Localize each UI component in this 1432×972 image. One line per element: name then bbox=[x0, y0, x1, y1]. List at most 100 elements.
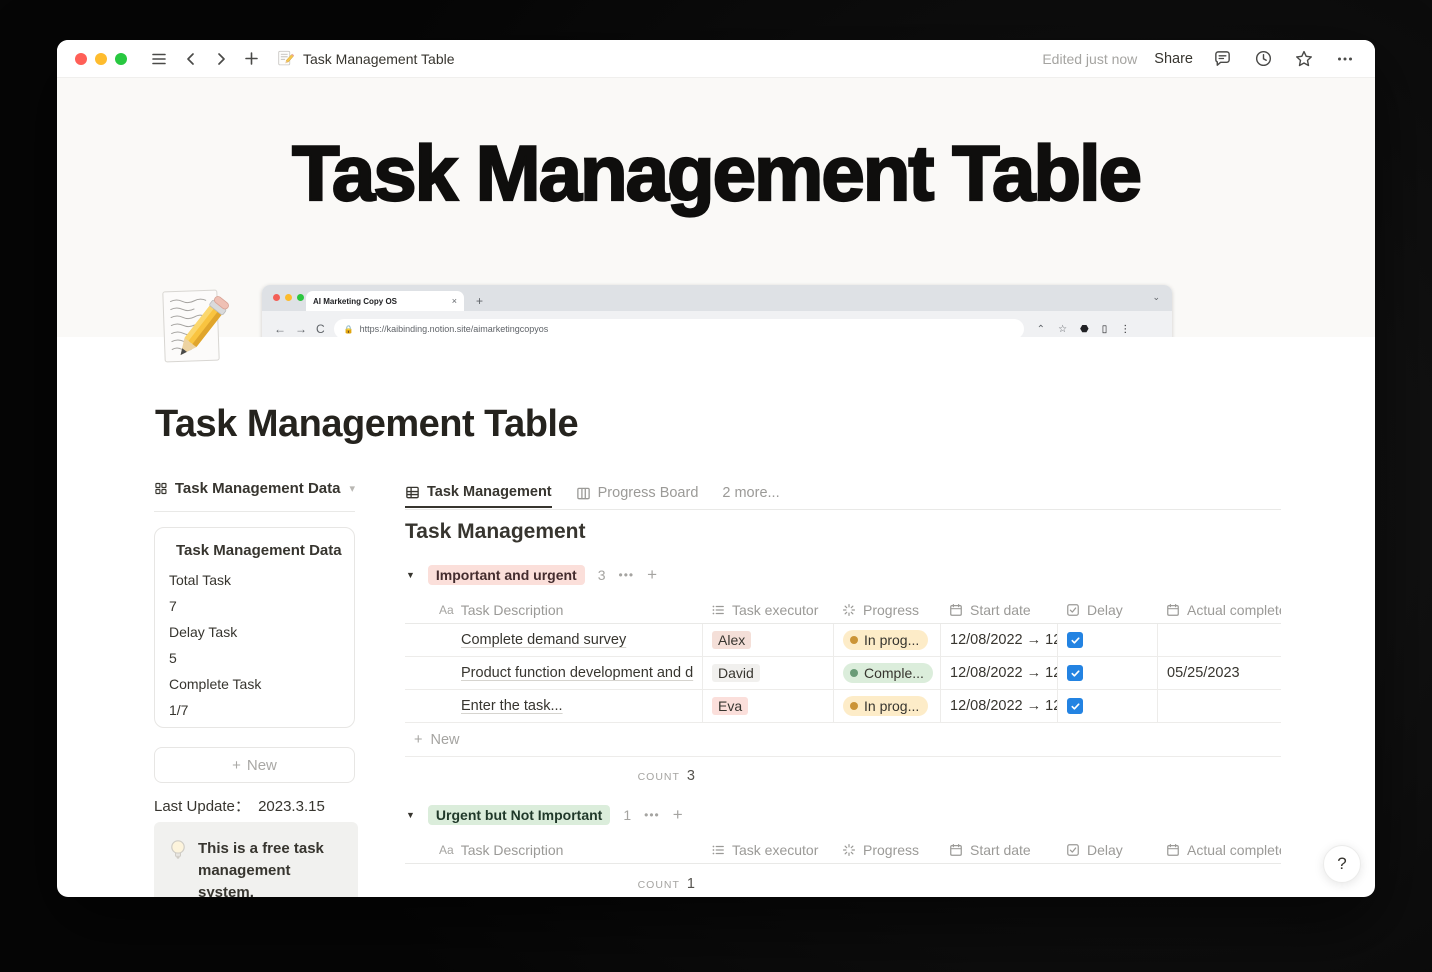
calendar-icon bbox=[950, 603, 962, 616]
history-clock-icon[interactable] bbox=[1251, 47, 1275, 71]
start-date[interactable]: 12/08/2022 → 12 bbox=[950, 698, 1057, 714]
calendar-icon bbox=[950, 843, 962, 856]
browser-newtab-icon: + bbox=[476, 294, 484, 308]
group-options-icon[interactable]: ••• bbox=[619, 568, 635, 582]
stats-card[interactable]: Task Management Data Total Task 7 Delay … bbox=[154, 527, 355, 728]
executor-badge[interactable]: David bbox=[712, 664, 760, 682]
stat-value: 5 bbox=[169, 650, 177, 666]
minimize-window-button[interactable] bbox=[95, 52, 107, 65]
page-title: Task Management Table bbox=[155, 403, 579, 445]
group-add-icon[interactable]: + bbox=[673, 805, 683, 825]
column-header-delay[interactable]: Delay bbox=[1057, 836, 1157, 863]
tab-progress-board[interactable]: Progress Board bbox=[576, 478, 698, 508]
new-tab-icon[interactable] bbox=[239, 47, 263, 71]
sidebar-new-button[interactable]: + New bbox=[154, 747, 355, 783]
plus-icon: + bbox=[232, 756, 241, 774]
column-header-progress[interactable]: Progress bbox=[833, 596, 940, 623]
tab-close-icon: × bbox=[451, 296, 457, 306]
executor-badge[interactable]: Alex bbox=[712, 631, 752, 649]
group-count-aggregate[interactable]: COUNT 1 bbox=[405, 876, 695, 892]
data-source-selector[interactable]: Task Management Data ▾ bbox=[154, 480, 355, 497]
task-title[interactable]: Complete demand survey bbox=[461, 632, 626, 648]
status-dot bbox=[850, 702, 858, 710]
start-date[interactable]: 12/08/2022 → 12 bbox=[950, 665, 1057, 681]
task-title[interactable]: Product function development and d bbox=[461, 665, 693, 681]
status-dot bbox=[850, 669, 858, 677]
text-type-icon: Aa bbox=[439, 602, 454, 617]
edited-status: Edited just now bbox=[1042, 50, 1138, 67]
page-pencil-icon[interactable] bbox=[158, 287, 230, 371]
browser-menu-icon: ⋮ bbox=[1120, 323, 1131, 335]
tab-task-management[interactable]: Task Management bbox=[405, 478, 552, 508]
executor-badge[interactable]: Eva bbox=[712, 697, 749, 715]
browser-traffic-lights bbox=[273, 294, 304, 301]
browser-extension-icon: ⬣ bbox=[1080, 323, 1089, 335]
favorite-star-icon[interactable] bbox=[1292, 47, 1316, 71]
forward-icon[interactable] bbox=[209, 47, 233, 71]
last-update: Last Update： 2023.3.15 bbox=[154, 798, 325, 815]
divider bbox=[154, 511, 355, 512]
delay-checkbox[interactable] bbox=[1067, 698, 1083, 714]
task-title[interactable]: Enter the task... bbox=[461, 698, 563, 714]
new-row-button[interactable]: + New bbox=[405, 723, 1281, 757]
titlebar: Task Management Table Edited just now Sh… bbox=[57, 40, 1375, 78]
plus-icon: + bbox=[414, 731, 423, 748]
status-icon bbox=[842, 843, 856, 856]
callout-text: This is a free task management system. bbox=[198, 840, 324, 897]
group-count-aggregate[interactable]: COUNT 3 bbox=[405, 768, 695, 784]
progress-badge[interactable]: In prog... bbox=[843, 696, 929, 716]
browser-back-icon: ← bbox=[274, 322, 286, 336]
group-add-icon[interactable]: + bbox=[647, 565, 657, 585]
table-row[interactable]: Product function development and d David… bbox=[405, 657, 1281, 690]
delay-checkbox[interactable] bbox=[1067, 665, 1083, 681]
progress-badge[interactable]: In prog... bbox=[843, 630, 929, 650]
column-header-actual-complete[interactable]: Actual complete bbox=[1157, 596, 1281, 623]
column-header-task-description[interactable]: Aa Task Description bbox=[405, 836, 702, 863]
more-options-icon[interactable] bbox=[1333, 47, 1357, 71]
start-date[interactable]: 12/08/2022 → 12 bbox=[950, 632, 1057, 648]
browser-reload-icon: C bbox=[316, 322, 325, 336]
browser-toolbar: ← → C 🔒 https://kaibinding.notion.site/a… bbox=[262, 311, 1172, 337]
table-header: Aa Task Description Task executor Progres… bbox=[405, 596, 1281, 624]
table-icon bbox=[406, 486, 419, 498]
help-button[interactable]: ? bbox=[1323, 845, 1361, 883]
close-window-button[interactable] bbox=[75, 52, 87, 65]
column-header-actual-complete[interactable]: Actual complete bbox=[1157, 836, 1281, 863]
table-row[interactable]: Complete demand survey Alex In prog... 1… bbox=[405, 624, 1281, 657]
group-header-important-urgent: ▼ Important and urgent 3 ••• + bbox=[406, 565, 657, 585]
group-badge[interactable]: Important and urgent bbox=[427, 565, 585, 585]
column-header-start-date[interactable]: Start date bbox=[940, 596, 1057, 623]
column-header-task-executor[interactable]: Task executor bbox=[702, 836, 833, 863]
group-badge[interactable]: Urgent but Not Important bbox=[427, 805, 611, 825]
comments-icon[interactable] bbox=[1210, 47, 1234, 71]
tab-more-views[interactable]: 2 more... bbox=[722, 478, 779, 508]
column-header-delay[interactable]: Delay bbox=[1057, 596, 1157, 623]
column-header-task-description[interactable]: Aa Task Description bbox=[405, 596, 702, 623]
status-dot bbox=[850, 636, 858, 644]
zoom-window-button[interactable] bbox=[115, 52, 127, 65]
column-header-progress[interactable]: Progress bbox=[833, 836, 940, 863]
delay-checkbox[interactable] bbox=[1067, 632, 1083, 648]
group-header-urgent-not-important: ▼ Urgent but Not Important 1 ••• + bbox=[406, 805, 683, 825]
progress-badge[interactable]: Comple... bbox=[843, 663, 933, 683]
menu-icon[interactable] bbox=[147, 47, 171, 71]
table-row[interactable]: Enter the task... Eva In prog... 12/08/2… bbox=[405, 690, 1281, 723]
browser-share-icon: ⌃ bbox=[1036, 323, 1046, 335]
column-header-start-date[interactable]: Start date bbox=[940, 836, 1057, 863]
status-icon bbox=[842, 603, 856, 616]
collapse-triangle-icon[interactable]: ▼ bbox=[406, 570, 415, 580]
share-button[interactable]: Share bbox=[1154, 51, 1193, 67]
group-options-icon[interactable]: ••• bbox=[644, 808, 660, 822]
view-tabs: Task Management Progress Board 2 more... bbox=[405, 478, 780, 508]
select-list-icon bbox=[712, 845, 724, 854]
actual-complete-date[interactable]: 05/25/2023 bbox=[1167, 665, 1240, 681]
chevron-down-icon: ▾ bbox=[349, 483, 355, 495]
back-icon[interactable] bbox=[179, 47, 203, 71]
browser-sidepanel-icon: ▯ bbox=[1101, 323, 1108, 335]
data-source-label: Task Management Data bbox=[174, 480, 341, 497]
group-count: 1 bbox=[623, 807, 632, 823]
column-header-task-executor[interactable]: Task executor bbox=[702, 596, 833, 623]
collapse-triangle-icon[interactable]: ▼ bbox=[406, 810, 415, 820]
stat-value: 7 bbox=[169, 598, 177, 614]
browser-screenshot-image: AI Marketing Copy OS × + ⌄ ← → C 🔒 https… bbox=[262, 285, 1172, 337]
